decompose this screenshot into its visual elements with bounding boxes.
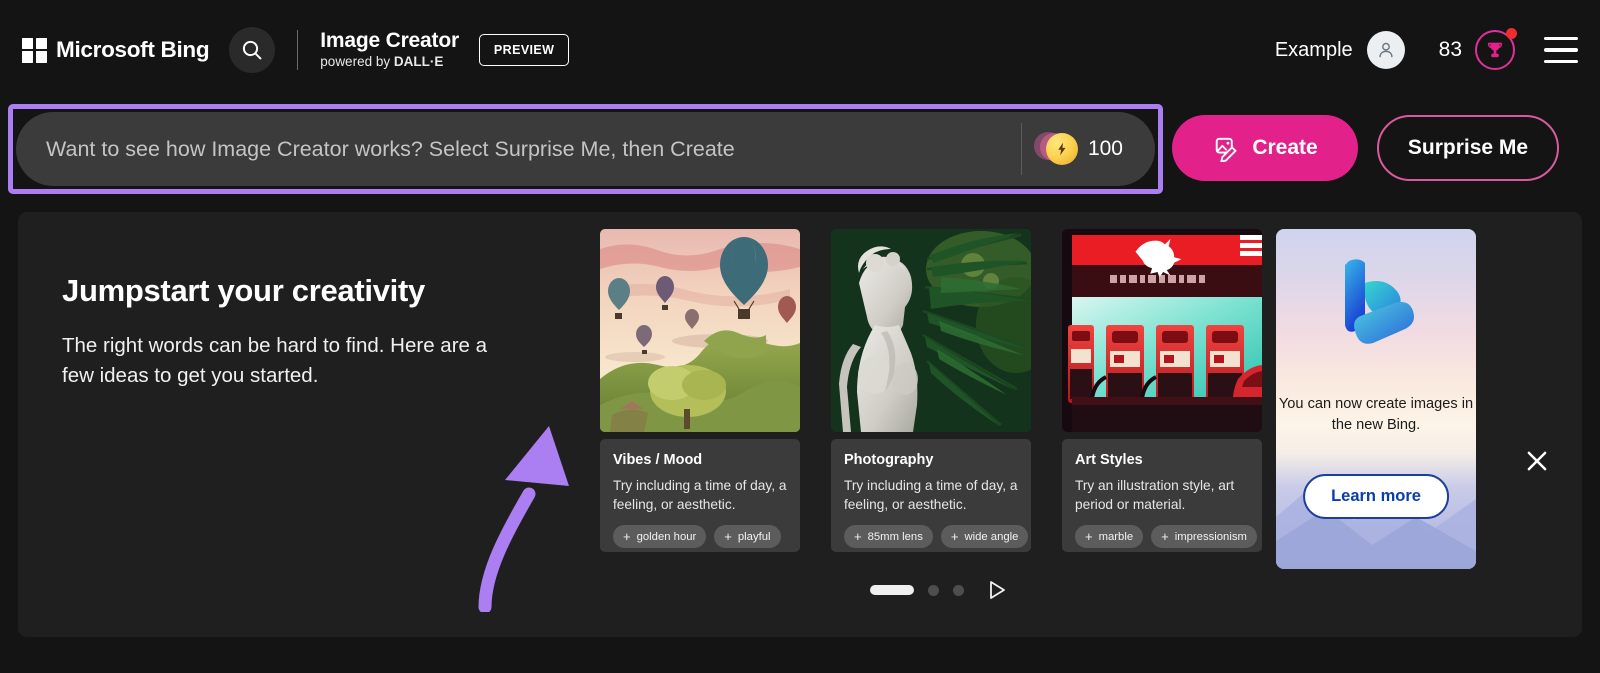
plus-icon: + (1161, 529, 1169, 545)
prompt-bar-highlight: 100 (8, 104, 1163, 194)
marble-statue-palm-leaves-thumbnail[interactable] (831, 229, 1031, 432)
play-next-icon (990, 581, 1005, 599)
plus-icon: + (950, 529, 959, 545)
hamburger-menu-icon[interactable] (1544, 37, 1578, 63)
suggestion-chip[interactable]: + playful (714, 525, 781, 549)
header-right-group: Example 83 (1274, 28, 1600, 71)
chip-label: golden hour (636, 530, 697, 543)
idea-card-body: Art Styles Try an illustration style, ar… (1062, 439, 1262, 552)
pagination-dot[interactable] (953, 584, 964, 596)
idea-card[interactable]: Art Styles Try an illustration style, ar… (1062, 229, 1262, 552)
promo-text: You can now create images in the new Bin… (1278, 396, 1474, 433)
app-title-block: Image Creator powered by DALL·E (320, 29, 459, 71)
idea-cards-list: Vibes / Mood Try including a time of day… (600, 229, 1262, 552)
curved-up-arrow-annotation (478, 426, 569, 612)
suggestion-chip[interactable]: + golden hour (613, 525, 707, 549)
idea-card-heading: Art Styles (1075, 452, 1143, 468)
prompt-bar[interactable]: 100 (16, 112, 1155, 186)
suggestion-chip[interactable]: +85mm lens (844, 525, 933, 549)
app-header: Microsoft Bing Image Creator powered by … (0, 0, 1600, 100)
learn-more-button[interactable]: Learn more (1303, 474, 1449, 519)
microsoft-bing-logo[interactable]: Microsoft Bing (22, 37, 210, 63)
suggestion-chip[interactable]: + impressionism (1151, 525, 1257, 549)
idea-card-body: Photography Try including a time of day,… (831, 439, 1031, 552)
subtitle-prefix: powered by (320, 54, 394, 70)
create-button-label: Create (1252, 136, 1318, 159)
idea-card-heading: Photography (844, 452, 934, 468)
idea-card-heading: Vibes / Mood (613, 452, 703, 468)
user-name-label: Example (1274, 38, 1353, 61)
panel-subtitle: The right words can be hard to find. Her… (62, 334, 488, 387)
idea-card-body: Vibes / Mood Try including a time of day… (600, 439, 800, 552)
chip-label: 85mm lens (867, 530, 923, 543)
subtitle-brand: DALL·E (393, 54, 444, 70)
user-avatar-icon (1379, 42, 1393, 58)
idea-card-description: Try including a time of day, a feeling, … (613, 478, 787, 512)
jumpstart-panel: Jumpstart your creativity The right word… (18, 212, 1582, 637)
idea-card-chips: + marble + impressionism (1075, 525, 1257, 549)
boost-counter[interactable]: 100 (1022, 112, 1155, 186)
pagination-active-indicator[interactable] (870, 585, 914, 595)
hot-air-balloons-landscape-thumbnail[interactable] (600, 229, 800, 432)
surprise-me-button[interactable]: Surprise Me (1377, 115, 1559, 181)
carousel-pagination (600, 580, 1276, 600)
notification-badge-dot (1506, 28, 1517, 39)
page-title: Image Creator (320, 28, 459, 52)
search-button[interactable] (229, 27, 276, 73)
preview-badge[interactable]: PREVIEW (478, 34, 570, 66)
idea-card[interactable]: Photography Try including a time of day,… (831, 229, 1031, 552)
plus-icon: + (1085, 529, 1093, 545)
panel-title: Jumpstart your creativity (62, 273, 425, 308)
neon-gas-station-thumbnail[interactable] (1062, 229, 1262, 432)
plus-icon: + (854, 529, 862, 545)
header-divider (297, 30, 299, 70)
close-button[interactable] (1516, 440, 1558, 482)
suggestion-chip[interactable]: + marble (1075, 525, 1144, 549)
chip-label: impressionism (1174, 530, 1247, 543)
chip-label: wide angle (964, 530, 1019, 543)
idea-card-chips: +85mm lens + wide angle (844, 525, 1029, 549)
idea-card-description: Try an illustration style, art period or… (1075, 478, 1235, 512)
rewards-count: 83 (1438, 38, 1462, 61)
close-icon (1527, 451, 1547, 471)
bing-logo-icon (1345, 259, 1414, 344)
idea-card-chips: + golden hour + playful (613, 525, 787, 549)
carousel-next-button[interactable] (988, 580, 1006, 600)
search-icon (243, 40, 262, 60)
rewards-button[interactable] (1474, 28, 1517, 71)
prompt-input[interactable] (16, 112, 1021, 186)
chip-label: marble (1098, 530, 1134, 543)
idea-card-description: Try including a time of day, a feeling, … (844, 478, 1018, 512)
brand-label: Microsoft Bing (56, 37, 210, 62)
surprise-me-label: Surprise Me (1407, 136, 1529, 159)
create-button[interactable]: Create (1172, 115, 1358, 181)
bing-promo-card[interactable]: You can now create images in the new Bin… (1276, 229, 1476, 569)
chip-label: playful (737, 530, 771, 543)
plus-icon: + (724, 529, 732, 545)
boost-count-label: 100 (1087, 137, 1123, 160)
boost-coin-icon (1033, 132, 1078, 166)
idea-card[interactable]: Vibes / Mood Try including a time of day… (600, 229, 800, 552)
microsoft-squares-logo-icon (22, 37, 47, 63)
suggestion-chip[interactable]: + wide angle (940, 525, 1029, 549)
avatar[interactable] (1366, 31, 1405, 69)
panel-text-block: Jumpstart your creativity The right word… (62, 272, 492, 391)
app-subtitle: powered by DALL·E (320, 53, 459, 71)
pagination-dot[interactable] (928, 584, 939, 596)
create-image-pen-icon (1216, 137, 1237, 162)
plus-icon: + (623, 529, 631, 545)
header-left-group: Microsoft Bing Image Creator powered by … (0, 27, 570, 73)
